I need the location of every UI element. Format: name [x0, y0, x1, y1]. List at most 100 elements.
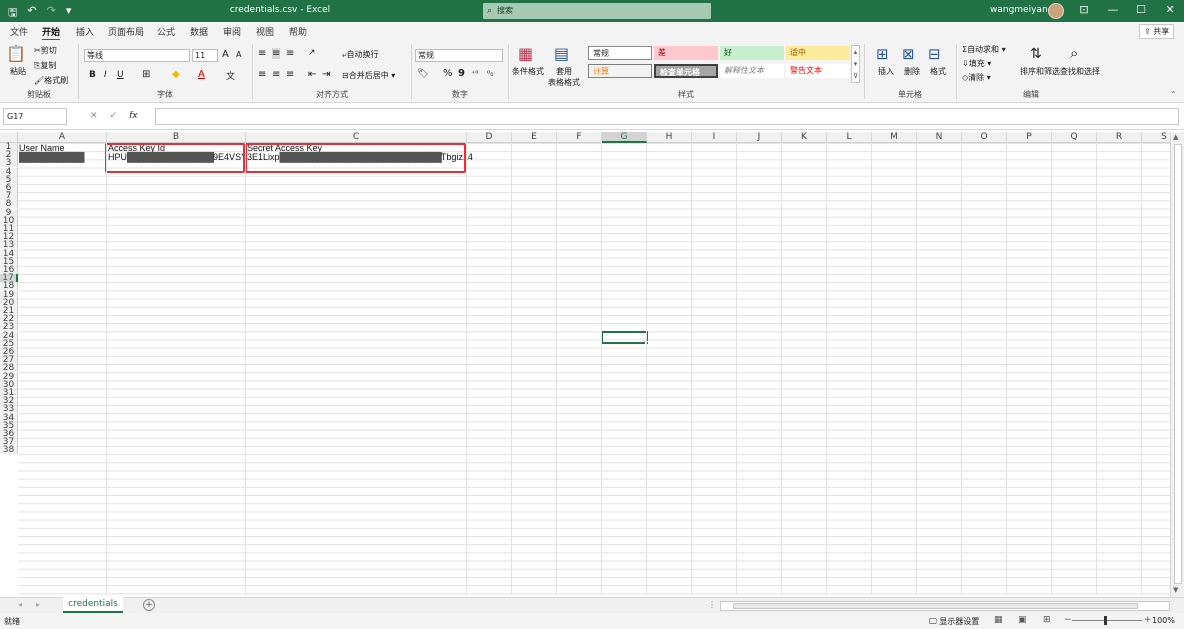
cell-style-5[interactable]: 计算: [588, 64, 652, 78]
percent-button[interactable]: %: [443, 68, 453, 79]
cell-style-2[interactable]: 差: [654, 46, 718, 60]
column-header-i[interactable]: I: [692, 132, 737, 143]
formula-input[interactable]: [155, 108, 1179, 125]
column-header-o[interactable]: O: [962, 132, 1007, 143]
column-header-c[interactable]: C: [246, 132, 467, 143]
search-box[interactable]: ⌕ 搜索: [483, 3, 711, 19]
font-name-select[interactable]: 等线: [84, 49, 190, 62]
active-cell-g17[interactable]: [601, 331, 648, 344]
column-header-e[interactable]: E: [512, 132, 557, 143]
cell-style-8[interactable]: 警告文本: [786, 64, 850, 78]
column-header-m[interactable]: M: [872, 132, 917, 143]
orientation-icon[interactable]: ↗: [308, 48, 316, 58]
maximize-button[interactable]: ☐: [1131, 3, 1151, 16]
column-header-p[interactable]: P: [1007, 132, 1052, 143]
cell-style-6[interactable]: 检查单元格: [654, 64, 718, 78]
page-break-view-icon[interactable]: ⊞: [1043, 615, 1051, 625]
format-as-table-button[interactable]: 套用 表格格式: [548, 66, 580, 88]
insert-function-icon[interactable]: fx: [129, 111, 138, 121]
avatar[interactable]: [1048, 3, 1064, 19]
find-select-button[interactable]: 查找和选择: [1060, 66, 1100, 77]
enter-icon[interactable]: ✓: [110, 111, 118, 121]
page-layout-view-icon[interactable]: ▣: [1018, 615, 1027, 625]
tab-help[interactable]: 帮助: [289, 25, 307, 38]
increase-decimal-icon[interactable]: ⁺⁰: [471, 69, 478, 78]
insert-cells-button[interactable]: 插入: [878, 66, 894, 77]
ribbon-display-options-icon[interactable]: ⊡: [1074, 3, 1094, 16]
horizontal-scrollbar[interactable]: [720, 601, 1170, 611]
number-format-select[interactable]: 常规: [415, 49, 503, 62]
phonetic-icon[interactable]: 文: [226, 69, 235, 82]
merge-center-button[interactable]: ⊟合并后居中 ▾: [342, 70, 395, 81]
minimize-button[interactable]: —: [1103, 3, 1123, 16]
tab-home[interactable]: 开始: [42, 25, 61, 41]
cell-style-1[interactable]: 常规: [588, 46, 652, 60]
find-icon[interactable]: ⌕: [1070, 44, 1078, 62]
cell-a2-masked[interactable]: ████████████: [19, 152, 85, 162]
column-header-b[interactable]: B: [107, 132, 246, 143]
sheet-tab-credentials[interactable]: credentials: [63, 597, 123, 613]
scroll-up-icon[interactable]: ▲: [1173, 133, 1178, 141]
fill-button[interactable]: ⇩填充 ▾: [962, 58, 991, 69]
zoom-in-icon[interactable]: +: [1144, 615, 1152, 625]
column-header-k[interactable]: K: [782, 132, 827, 143]
close-button[interactable]: ✕: [1160, 3, 1180, 16]
user-name[interactable]: wangmeiyang: [990, 5, 1053, 15]
column-header-q[interactable]: Q: [1052, 132, 1097, 143]
align-center-icon[interactable]: ≡: [272, 69, 280, 80]
borders-icon[interactable]: ⊞: [142, 69, 150, 80]
collapse-ribbon-icon[interactable]: ⌃: [1170, 90, 1177, 99]
tab-view[interactable]: 视图: [256, 25, 274, 38]
column-header-g[interactable]: G: [602, 132, 647, 143]
shrink-font-button[interactable]: A: [236, 50, 241, 59]
tab-insert[interactable]: 插入: [76, 25, 94, 38]
column-header-r[interactable]: R: [1097, 132, 1142, 143]
clear-button[interactable]: ◇清除 ▾: [962, 72, 991, 83]
column-header-a[interactable]: A: [18, 132, 107, 143]
cell-style-3[interactable]: 好: [720, 46, 784, 60]
zoom-level[interactable]: 100%: [1152, 616, 1175, 625]
grow-font-button[interactable]: A: [222, 49, 229, 60]
tab-page-layout[interactable]: 页面布局: [108, 25, 144, 38]
zoom-out-icon[interactable]: −: [1064, 615, 1072, 625]
paste-button[interactable]: 粘贴: [10, 66, 26, 77]
cancel-icon[interactable]: ✕: [90, 111, 98, 121]
underline-button[interactable]: U: [117, 70, 124, 80]
insert-cells-icon[interactable]: ⊞: [876, 45, 889, 63]
add-sheet-button[interactable]: +: [143, 599, 155, 611]
vertical-scroll-thumb[interactable]: [1174, 144, 1182, 584]
column-header-h[interactable]: H: [647, 132, 692, 143]
font-color-icon[interactable]: A: [198, 69, 205, 80]
display-settings-button[interactable]: 🖵 显示器设置: [929, 616, 979, 627]
sort-filter-icon[interactable]: ⇅: [1030, 46, 1042, 62]
normal-view-icon[interactable]: ▦: [994, 615, 1003, 625]
sort-filter-button[interactable]: 排序和筛选: [1020, 66, 1060, 77]
styles-scroll-icon[interactable]: ▴ ▾ ⊽: [851, 45, 860, 83]
format-painter-button[interactable]: 🖌格式刷: [34, 75, 68, 86]
worksheet-grid[interactable]: User Name Access Key Id Secret Access Ke…: [18, 143, 1170, 595]
copy-button[interactable]: ⎘复制: [34, 60, 56, 71]
align-top-icon[interactable]: ≡: [258, 48, 266, 59]
italic-button[interactable]: I: [104, 70, 107, 80]
prev-sheet-icon[interactable]: ◂: [18, 600, 22, 609]
conditional-format-button[interactable]: 条件格式: [512, 66, 544, 77]
align-left-icon[interactable]: ≡: [258, 69, 266, 80]
share-button[interactable]: ⇪ 共享: [1139, 24, 1175, 39]
scroll-down-icon[interactable]: ▼: [1173, 586, 1178, 594]
format-as-table-icon[interactable]: ▤: [554, 44, 569, 63]
increase-indent-icon[interactable]: ⇥: [322, 69, 330, 80]
column-header-f[interactable]: F: [557, 132, 602, 143]
cut-button[interactable]: ✂剪切: [34, 45, 57, 56]
delete-cells-button[interactable]: 删除: [904, 66, 920, 77]
row-header-38[interactable]: 38: [0, 446, 18, 455]
zoom-slider-track[interactable]: [1072, 620, 1142, 621]
paste-icon[interactable]: 📋: [6, 44, 26, 63]
delete-cells-icon[interactable]: ⊠: [902, 45, 915, 63]
tab-file[interactable]: 文件: [10, 25, 28, 38]
align-bottom-icon[interactable]: ≡: [286, 48, 294, 59]
next-sheet-icon[interactable]: ▸: [36, 600, 40, 609]
align-right-icon[interactable]: ≡: [286, 69, 294, 80]
autosum-button[interactable]: Σ自动求和 ▾: [962, 44, 1006, 55]
currency-icon[interactable]: 🏷: [417, 69, 428, 79]
horizontal-scroll-thumb[interactable]: [733, 603, 1138, 609]
